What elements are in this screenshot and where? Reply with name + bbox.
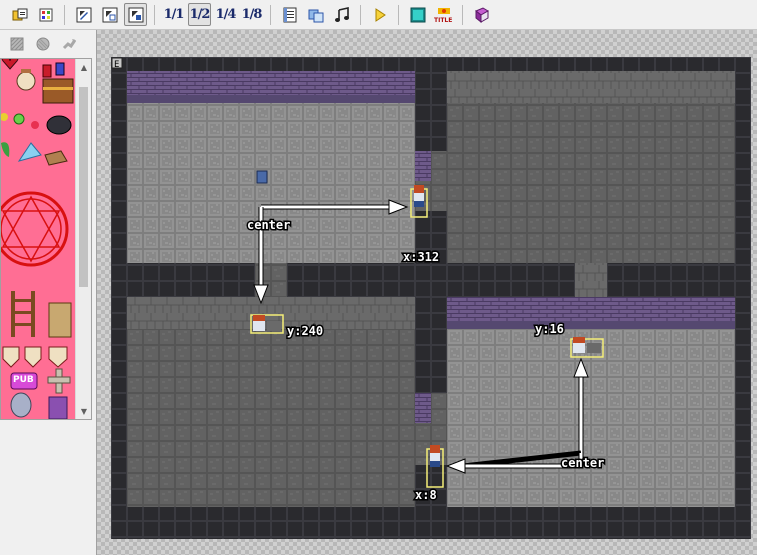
sound-test-icon[interactable] (330, 3, 353, 26)
title-screen-icon[interactable]: TITLE (432, 3, 455, 26)
resource-manager-icon[interactable] (304, 3, 327, 26)
title-screen-label: TITLE (434, 17, 453, 24)
palette-layer-tools (0, 30, 92, 58)
event-list-icon[interactable] (278, 3, 301, 26)
game-database-icon[interactable] (34, 3, 57, 26)
pencil-draw-icon[interactable] (72, 3, 95, 26)
map-event-mode-badge-label: E (114, 60, 119, 70)
toolbar-separator (462, 4, 463, 25)
label-center-bottom: center (561, 456, 604, 470)
map-tiles[interactable]: E center x:312 y:240 y:16 center x:8 (111, 57, 751, 539)
map-editor-canvas[interactable]: E center x:312 y:240 y:16 center x:8 (96, 30, 757, 555)
label-x-top: x:312 (403, 250, 439, 264)
toolbar-separator (398, 4, 399, 25)
lower-layer-icon[interactable] (10, 37, 24, 51)
scroll-down-icon[interactable]: ▼ (76, 403, 92, 419)
palette-scrollbar[interactable]: ▲ ▼ (75, 59, 91, 419)
help-book-icon[interactable] (470, 3, 493, 26)
label-y-right: y:16 (535, 322, 564, 336)
main-toolbar: 1/1 1/2 1/4 1/8 TITLE (0, 0, 757, 30)
scrollbar-thumb[interactable] (79, 87, 88, 287)
zoom-1-8-button[interactable]: 1/8 (240, 3, 263, 26)
zoom-1-1-button[interactable]: 1/1 (162, 3, 185, 26)
fullscreen-toggle-icon[interactable] (406, 3, 429, 26)
open-project-icon[interactable] (8, 3, 31, 26)
label-center-top: center (247, 218, 290, 232)
region-brush-icon[interactable] (62, 37, 76, 51)
label-y-left: y:240 (287, 324, 323, 338)
tileset-grid[interactable]: PUB (1, 59, 75, 419)
toolbar-separator (154, 4, 155, 25)
toolbar-separator (270, 4, 271, 25)
zoom-1-4-button[interactable]: 1/4 (214, 3, 237, 26)
scroll-up-icon[interactable]: ▲ (76, 59, 92, 75)
map-select-icon[interactable] (124, 3, 147, 26)
zoom-1-2-button[interactable]: 1/2 (188, 3, 211, 26)
upper-layer-icon[interactable] (36, 37, 50, 51)
tileset-pub-sign-text: PUB (13, 375, 34, 385)
rectangle-draw-icon[interactable] (98, 3, 121, 26)
label-x-bottom: x:8 (415, 488, 437, 502)
toolbar-separator (360, 4, 361, 25)
tileset-palette: PUB ▲ ▼ (0, 58, 92, 420)
playtest-icon[interactable] (368, 3, 391, 26)
event-chest-marker (256, 170, 268, 184)
toolbar-separator (64, 4, 65, 25)
